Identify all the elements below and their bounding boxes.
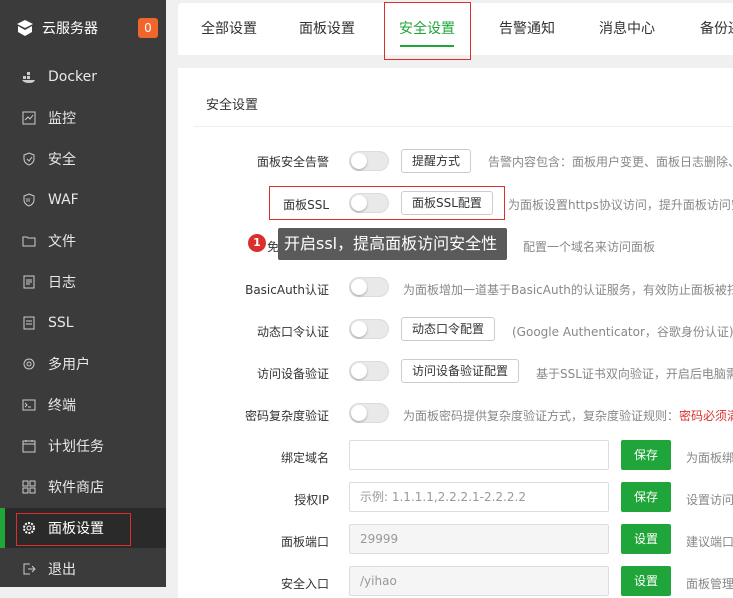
set-entry-button[interactable]: 设置 — [621, 566, 671, 596]
sidebar-item-ssl[interactable]: SSL — [0, 303, 166, 343]
step-number-badge: 1 — [248, 234, 266, 252]
row-desc-ssl: 为面板设置https协议访问，提升面板访问安 — [508, 198, 733, 212]
row-desc-password: 为面板密码提供复杂度验证方式，复杂度验证规则：密码必须满 — [403, 407, 733, 424]
sidebar-item-label: 计划任务 — [48, 439, 104, 455]
toggle-knob — [351, 279, 367, 295]
brand[interactable]: 云服务器 0 — [0, 0, 166, 56]
save-ip-button[interactable]: 保存 — [621, 482, 671, 512]
highlight-box-security-tab — [384, 2, 471, 60]
notify-method-button[interactable]: 提醒方式 — [401, 149, 472, 173]
row-desc-auth-ip: 设置访问 — [686, 493, 733, 507]
sidebar-item-label: Docker — [48, 69, 98, 85]
row-desc-device: 基于SSL证书双向验证，开启后电脑需 — [536, 367, 733, 381]
toggle-knob — [351, 405, 367, 421]
device-config-button[interactable]: 访问设备验证配置 — [401, 359, 520, 383]
brand-name: 云服务器 — [42, 21, 98, 37]
tab-panel-settings[interactable]: 面板设置 — [284, 3, 370, 55]
totp-config-button[interactable]: 动态口令配置 — [401, 317, 496, 341]
panel-title: 安全设置 — [206, 98, 259, 113]
desc-red-text: 密码必须满 — [679, 409, 733, 423]
sidebar-item-users[interactable]: 多用户 — [0, 344, 166, 384]
sidebar-item-label: 安全 — [48, 152, 76, 168]
row-label-device: 访问设备验证 — [256, 367, 329, 381]
sidebar-item-terminal[interactable]: 终端 — [0, 385, 166, 425]
sidebar-item-label: 文件 — [48, 234, 76, 250]
tab-alerts[interactable]: 告警通知 — [484, 3, 570, 55]
row-desc-basicauth: 为面板增加一道基于BasicAuth的认证服务，有效防止面板被扫 — [403, 283, 733, 297]
row-label-password: 密码复杂度验证 — [244, 409, 329, 423]
tab-all-settings[interactable]: 全部设置 — [186, 3, 272, 55]
desc-text: 为面板密码提供复杂度验证方式，复杂度验证规则： — [403, 409, 680, 423]
notification-badge[interactable]: 0 — [138, 18, 158, 38]
sidebar-item-logs[interactable]: 日志 — [0, 262, 166, 302]
row-label-port: 面板端口 — [280, 535, 329, 549]
sidebar-item-label: 日志 — [48, 275, 76, 291]
toggle-alarm[interactable] — [349, 151, 389, 171]
log-icon — [23, 275, 35, 289]
tab-backup[interactable]: 备份还 — [684, 3, 733, 55]
row-desc-domain-hint: 配置一个域名来访问面板 — [523, 240, 656, 254]
store-icon — [22, 480, 36, 494]
shield-icon — [23, 152, 35, 166]
toggle-device[interactable] — [349, 361, 389, 381]
sidebar-item-docker[interactable]: Docker — [0, 57, 166, 97]
toggle-knob — [351, 321, 367, 337]
set-port-button[interactable]: 设置 — [621, 524, 671, 554]
waf-icon: W — [23, 193, 35, 207]
terminal-icon — [22, 399, 36, 411]
toggle-knob — [351, 363, 367, 379]
sidebar-item-waf[interactable]: W WAF — [0, 180, 166, 220]
entry-input[interactable]: /yihao — [349, 566, 609, 596]
row-label-basicauth: BasicAuth认证 — [245, 283, 329, 297]
row-label-auth-ip: 授权IP — [294, 493, 329, 507]
users-icon — [23, 358, 35, 370]
divider — [194, 126, 733, 127]
calendar-icon — [22, 440, 36, 453]
sidebar-item-logout[interactable]: 退出 — [0, 549, 166, 589]
logout-icon — [23, 563, 36, 575]
row-label-alarm: 面板安全告警 — [256, 155, 329, 169]
docker-icon — [22, 72, 35, 83]
row-label-bind-domain: 绑定域名 — [280, 451, 329, 465]
toggle-password[interactable] — [349, 403, 389, 423]
highlight-box-panel-settings — [16, 513, 131, 546]
toggle-knob — [351, 153, 367, 169]
toggle-basicauth[interactable] — [349, 277, 389, 297]
auth-ip-input[interactable]: 示例: 1.1.1.1,2.2.2.1-2.2.2.2 — [349, 482, 609, 512]
ssl-icon — [23, 316, 35, 330]
bind-domain-input[interactable] — [349, 440, 609, 470]
sidebar-item-label: WAF — [48, 192, 79, 208]
sidebar-item-label: SSL — [48, 315, 74, 331]
sidebar-item-label: 软件商店 — [48, 480, 104, 496]
sidebar-item-label: 监控 — [48, 111, 76, 127]
save-domain-button[interactable]: 保存 — [621, 440, 671, 470]
sidebar-item-security[interactable]: 安全 — [0, 139, 166, 179]
row-label-entry: 安全入口 — [280, 577, 329, 591]
sidebar-item-monitor[interactable]: 监控 — [0, 98, 166, 138]
sidebar-item-label: 退出 — [48, 562, 76, 578]
sidebar-item-store[interactable]: 软件商店 — [0, 467, 166, 507]
server-logo-icon — [17, 20, 33, 36]
toggle-totp[interactable] — [349, 319, 389, 339]
sidebar-item-label: 终端 — [48, 398, 76, 414]
row-label-totp: 动态口令认证 — [256, 325, 329, 339]
row-desc-port: 建议端口 — [686, 535, 733, 549]
tab-messages[interactable]: 消息中心 — [584, 3, 670, 55]
sidebar-item-cron[interactable]: 计划任务 — [0, 426, 166, 466]
port-input[interactable]: 29999 — [349, 524, 609, 554]
row-desc-totp: (Google Authenticator，谷歌身份认证) — [512, 325, 733, 339]
monitor-icon — [22, 111, 36, 125]
svg-text:W: W — [26, 198, 31, 204]
sidebar-item-label: 多用户 — [48, 357, 90, 373]
folder-icon — [22, 236, 36, 247]
row-desc-entry: 面板管理 — [686, 577, 733, 591]
highlight-box-ssl — [269, 186, 505, 220]
row-desc-alarm: 告警内容包含：面板用户变更、面板日志删除、 — [488, 155, 733, 169]
row-desc-bind-domain: 为面板绑 — [686, 451, 733, 465]
annotation-tooltip: 开启ssl，提高面板访问安全性 — [278, 228, 507, 260]
